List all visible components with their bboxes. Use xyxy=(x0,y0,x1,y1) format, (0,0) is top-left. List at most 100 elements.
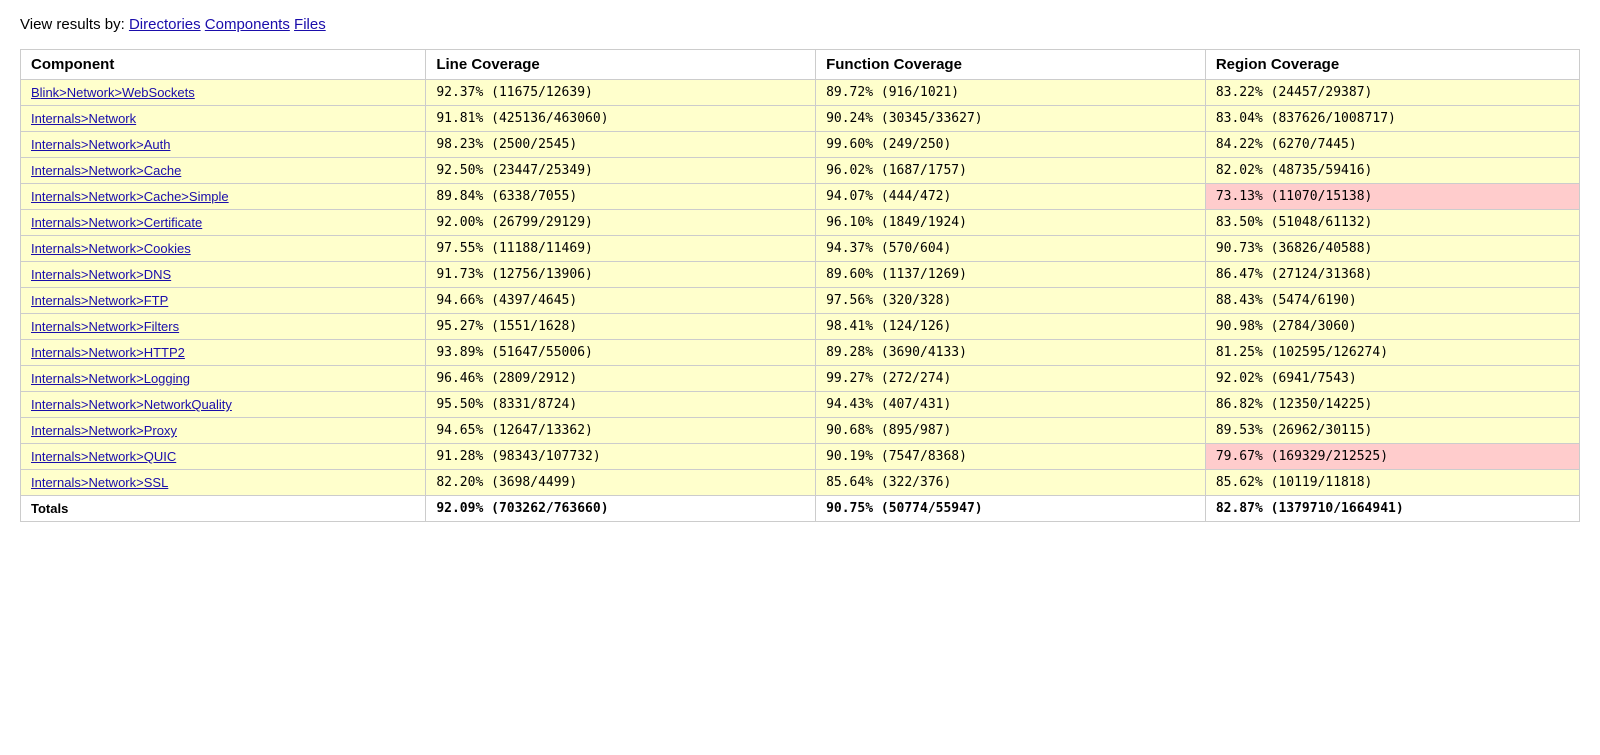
cell-function: 89.28% (3690/4133) xyxy=(816,340,1206,366)
cell-component: Internals>Network>NetworkQuality xyxy=(21,392,426,418)
cell-region: 83.22% (24457/29387) xyxy=(1205,80,1579,106)
header-component: Component xyxy=(21,50,426,80)
cell-component: Internals>Network>Cookies xyxy=(21,236,426,262)
cell-function: 96.02% (1687/1757) xyxy=(816,158,1206,184)
cell-line: 92.00% (26799/29129) xyxy=(426,210,816,236)
component-link[interactable]: Internals>Network>Filters xyxy=(31,319,179,334)
header-region: Region Coverage xyxy=(1205,50,1579,80)
table-row: Internals>Network>FTP94.66% (4397/4645)9… xyxy=(21,288,1580,314)
cell-line: 92.37% (11675/12639) xyxy=(426,80,816,106)
table-row: Internals>Network>QUIC 91.28% (98343/1077… xyxy=(21,444,1580,470)
cell-region: 88.43% (5474/6190) xyxy=(1205,288,1579,314)
cell-component: Internals>Network>QUIC xyxy=(21,444,426,470)
cell-line: 93.89% (51647/55006) xyxy=(426,340,816,366)
view-results-prefix: View results by: xyxy=(20,16,129,33)
table-row: Blink>Network>WebSockets 92.37% (11675/12… xyxy=(21,80,1580,106)
component-link[interactable]: Internals>Network>DNS xyxy=(31,267,171,282)
component-link[interactable]: Internals>Network>SSL xyxy=(31,475,168,490)
component-link[interactable]: Internals>Network>QUIC xyxy=(31,449,176,464)
table-row: Internals>Network>Proxy 94.65% (12647/133… xyxy=(21,418,1580,444)
totals-line: 92.09% (703262/763660) xyxy=(426,496,816,522)
cell-line: 95.27% (1551/1628) xyxy=(426,314,816,340)
cell-component: Internals>Network>Proxy xyxy=(21,418,426,444)
component-link[interactable]: Internals>Network>Cache>Simple xyxy=(31,189,229,204)
cell-component: Internals>Network>FTP xyxy=(21,288,426,314)
cell-function: 97.56% (320/328) xyxy=(816,288,1206,314)
cell-component: Internals>Network>DNS xyxy=(21,262,426,288)
table-row: Internals>Network>DNS91.73% (12756/13906… xyxy=(21,262,1580,288)
component-link[interactable]: Internals>Network>FTP xyxy=(31,293,168,308)
component-link[interactable]: Internals>Network>Auth xyxy=(31,137,170,152)
cell-line: 91.28% (98343/107732) xyxy=(426,444,816,470)
cell-component: Internals>Network>SSL xyxy=(21,470,426,496)
cell-function: 94.37% (570/604) xyxy=(816,236,1206,262)
cell-region: 79.67% (169329/212525) xyxy=(1205,444,1579,470)
cell-component: Internals>Network>Logging xyxy=(21,366,426,392)
table-row: Internals>Network>NetworkQuality 95.50% (… xyxy=(21,392,1580,418)
component-link[interactable]: Internals>Network>Cache xyxy=(31,163,181,178)
cell-region: 84.22% (6270/7445) xyxy=(1205,132,1579,158)
cell-region: 73.13% (11070/15138) xyxy=(1205,184,1579,210)
totals-region: 82.87% (1379710/1664941) xyxy=(1205,496,1579,522)
cell-component: Internals>Network>Auth xyxy=(21,132,426,158)
table-row: Internals>Network>Filters 95.27% (1551/16… xyxy=(21,314,1580,340)
table-row: Internals>Network>Cache>Simple 89.84% (63… xyxy=(21,184,1580,210)
cell-function: 98.41% (124/126) xyxy=(816,314,1206,340)
cell-function: 94.07% (444/472) xyxy=(816,184,1206,210)
cell-line: 97.55% (11188/11469) xyxy=(426,236,816,262)
cell-function: 85.64% (322/376) xyxy=(816,470,1206,496)
totals-function: 90.75% (50774/55947) xyxy=(816,496,1206,522)
table-row: Internals>Network>SSL82.20% (3698/4499)8… xyxy=(21,470,1580,496)
cell-line: 95.50% (8331/8724) xyxy=(426,392,816,418)
table-row: Internals>Network 91.81% (425136/463060)9… xyxy=(21,106,1580,132)
table-row: Internals>Network>Certificate 92.00% (267… xyxy=(21,210,1580,236)
table-row: Internals>Network>Cookies 97.55% (11188/1… xyxy=(21,236,1580,262)
view-results-bar: View results by: Directories Components … xyxy=(20,16,1580,33)
cell-component: Blink>Network>WebSockets xyxy=(21,80,426,106)
cell-line: 82.20% (3698/4499) xyxy=(426,470,816,496)
cell-component: Internals>Network xyxy=(21,106,426,132)
directories-link[interactable]: Directories xyxy=(129,16,201,33)
component-link[interactable]: Internals>Network>Logging xyxy=(31,371,190,386)
component-link[interactable]: Blink>Network>WebSockets xyxy=(31,85,195,100)
cell-region: 82.02% (48735/59416) xyxy=(1205,158,1579,184)
cell-function: 90.24% (30345/33627) xyxy=(816,106,1206,132)
header-function: Function Coverage xyxy=(816,50,1206,80)
cell-line: 89.84% (6338/7055) xyxy=(426,184,816,210)
cell-function: 99.60% (249/250) xyxy=(816,132,1206,158)
files-link[interactable]: Files xyxy=(294,16,326,33)
cell-component: Internals>Network>Cache xyxy=(21,158,426,184)
cell-region: 83.50% (51048/61132) xyxy=(1205,210,1579,236)
cell-line: 91.81% (425136/463060) xyxy=(426,106,816,132)
table-row: Internals>Network>Cache 92.50% (23447/253… xyxy=(21,158,1580,184)
cell-region: 81.25% (102595/126274) xyxy=(1205,340,1579,366)
cell-line: 92.50% (23447/25349) xyxy=(426,158,816,184)
cell-component: Internals>Network>Filters xyxy=(21,314,426,340)
component-link[interactable]: Internals>Network>Certificate xyxy=(31,215,202,230)
cell-region: 90.73% (36826/40588) xyxy=(1205,236,1579,262)
cell-region: 90.98% (2784/3060) xyxy=(1205,314,1579,340)
component-link[interactable]: Internals>Network>Cookies xyxy=(31,241,191,256)
component-link[interactable]: Internals>Network>NetworkQuality xyxy=(31,397,232,412)
cell-component: Internals>Network>Certificate xyxy=(21,210,426,236)
cell-component: Internals>Network>HTTP2 xyxy=(21,340,426,366)
cell-function: 89.72% (916/1021) xyxy=(816,80,1206,106)
component-link[interactable]: Internals>Network>Proxy xyxy=(31,423,177,438)
components-link[interactable]: Components xyxy=(205,16,290,33)
cell-function: 96.10% (1849/1924) xyxy=(816,210,1206,236)
cell-region: 86.47% (27124/31368) xyxy=(1205,262,1579,288)
cell-function: 89.60% (1137/1269) xyxy=(816,262,1206,288)
header-line: Line Coverage xyxy=(426,50,816,80)
cell-function: 94.43% (407/431) xyxy=(816,392,1206,418)
totals-label: Totals xyxy=(21,496,426,522)
component-link[interactable]: Internals>Network xyxy=(31,111,136,126)
component-link[interactable]: Internals>Network>HTTP2 xyxy=(31,345,185,360)
cell-region: 85.62% (10119/11818) xyxy=(1205,470,1579,496)
cell-line: 94.65% (12647/13362) xyxy=(426,418,816,444)
cell-function: 90.68% (895/987) xyxy=(816,418,1206,444)
cell-component: Internals>Network>Cache>Simple xyxy=(21,184,426,210)
cell-line: 98.23% (2500/2545) xyxy=(426,132,816,158)
cell-region: 92.02% (6941/7543) xyxy=(1205,366,1579,392)
cell-region: 86.82% (12350/14225) xyxy=(1205,392,1579,418)
cell-function: 90.19% (7547/8368) xyxy=(816,444,1206,470)
